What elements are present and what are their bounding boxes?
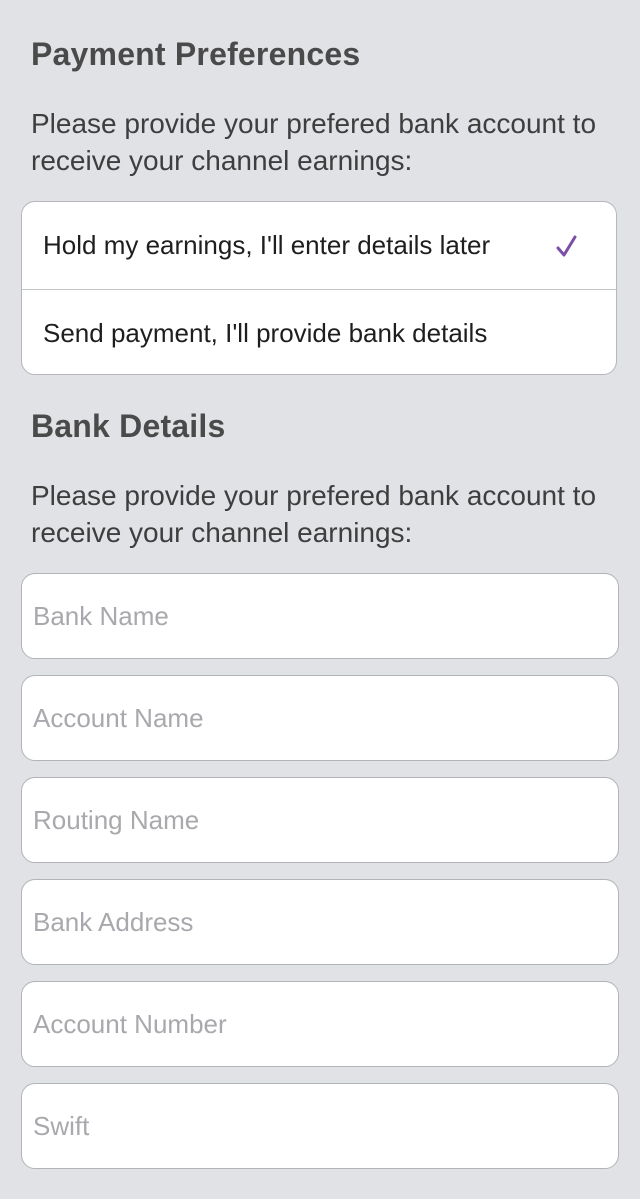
payment-preferences-description: Please provide your prefered bank accoun…: [31, 108, 597, 176]
bank-name-input[interactable]: [21, 573, 619, 659]
checkmark-icon: [556, 234, 578, 258]
bank-details-title: Bank Details: [31, 408, 226, 444]
bank-details-description: Please provide your prefered bank accoun…: [31, 480, 597, 548]
bank-address-input[interactable]: [21, 879, 619, 965]
account-name-input[interactable]: [21, 675, 619, 761]
option-hold-earnings-label: Hold my earnings, I'll enter details lat…: [43, 230, 491, 260]
account-number-input[interactable]: [21, 981, 619, 1067]
payment-options-list: Hold my earnings, I'll enter details lat…: [21, 201, 617, 375]
option-send-payment-label: Send payment, I'll provide bank details: [43, 317, 488, 348]
option-send-payment[interactable]: Send payment, I'll provide bank details: [22, 289, 616, 374]
option-hold-earnings[interactable]: Hold my earnings, I'll enter details lat…: [22, 202, 616, 289]
payment-preferences-title: Payment Preferences: [31, 36, 361, 72]
swift-input[interactable]: [21, 1083, 619, 1169]
routing-name-input[interactable]: [21, 777, 619, 863]
